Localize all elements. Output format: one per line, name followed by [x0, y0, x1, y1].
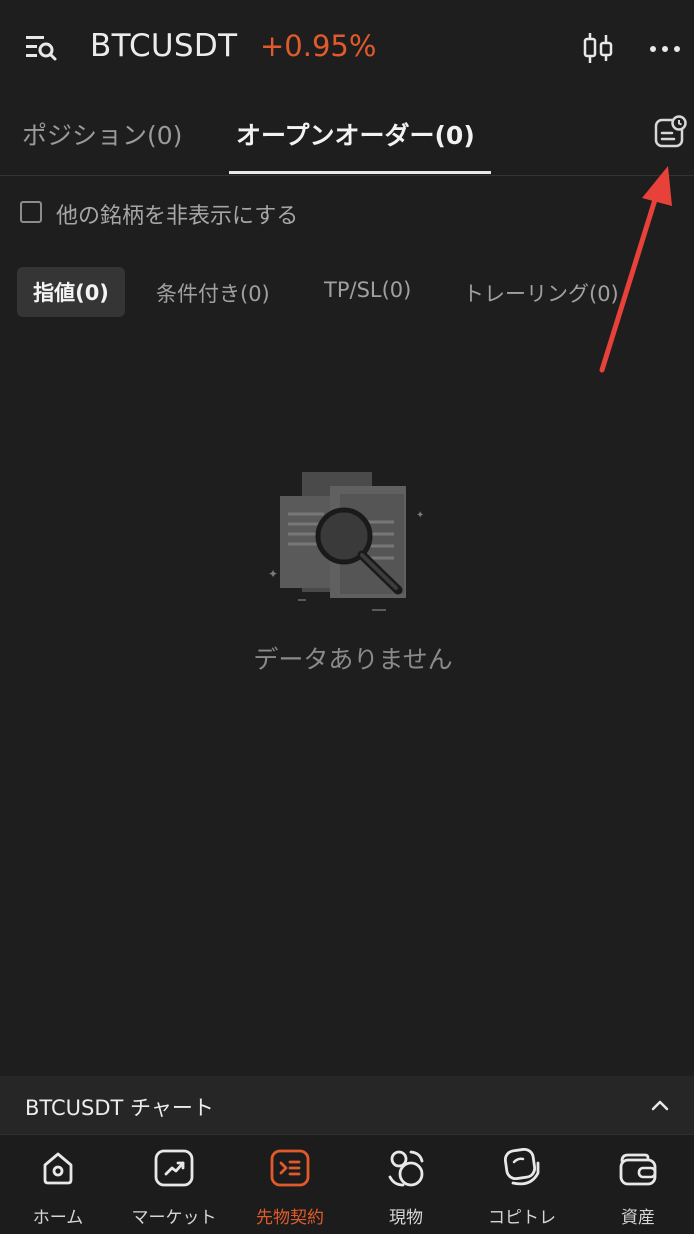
wallet-icon: [617, 1147, 659, 1189]
hide-others-label[interactable]: 他の銘柄を非表示にする: [56, 198, 298, 230]
nav-label-futures: 先物契約: [256, 1208, 324, 1228]
subtab-tpsl[interactable]: TP/SL(0): [324, 278, 411, 302]
nav-label-spot: 現物: [389, 1208, 423, 1228]
subtab-trailing[interactable]: トレーリング(0): [463, 278, 619, 308]
market-chart-icon: [153, 1147, 195, 1189]
nav-item-market[interactable]: マーケット: [116, 1135, 232, 1234]
copy-trade-icon: [501, 1147, 543, 1189]
menu-search-icon[interactable]: [24, 30, 60, 66]
active-tab-indicator: [229, 171, 491, 174]
tab-positions[interactable]: ポジション(0): [22, 116, 182, 152]
chevron-up-icon[interactable]: [648, 1094, 672, 1118]
nav-label-copy-trade: コピトレ: [488, 1208, 556, 1228]
chart-bar-label[interactable]: BTCUSDT チャート: [25, 1092, 214, 1122]
tab-open-orders[interactable]: オープンオーダー(0): [236, 116, 475, 152]
futures-icon: [269, 1147, 311, 1189]
svg-text:✦: ✦: [268, 567, 278, 581]
hide-others-checkbox[interactable]: [20, 201, 42, 223]
annotation-arrow: [590, 160, 680, 380]
order-history-icon[interactable]: [652, 114, 688, 150]
candlestick-chart-icon[interactable]: [580, 30, 616, 66]
svg-text:✦: ✦: [416, 510, 424, 521]
symbol-title[interactable]: BTCUSDT: [90, 28, 237, 64]
price-change-percent: +0.95%: [260, 29, 377, 63]
more-dots-icon[interactable]: [648, 34, 682, 64]
home-icon: [37, 1147, 79, 1189]
nav-item-home[interactable]: ホーム: [0, 1135, 116, 1234]
nav-item-spot[interactable]: 現物: [348, 1135, 464, 1234]
spot-icon: [385, 1147, 427, 1189]
document-search-icon: ✦ ✦: [262, 462, 442, 622]
nav-label-market: マーケット: [131, 1208, 217, 1228]
nav-label-home: ホーム: [32, 1208, 84, 1228]
nav-item-assets[interactable]: 資産: [580, 1135, 694, 1234]
subtab-limit[interactable]: 指値(0): [17, 267, 125, 317]
tab-divider: [0, 175, 694, 176]
subtab-conditional[interactable]: 条件付き(0): [156, 278, 270, 308]
nav-item-futures[interactable]: 先物契約: [232, 1135, 348, 1234]
empty-state-message: データありません: [253, 645, 453, 674]
nav-label-assets: 資産: [621, 1208, 655, 1228]
nav-item-copy-trade[interactable]: コピトレ: [464, 1135, 580, 1234]
